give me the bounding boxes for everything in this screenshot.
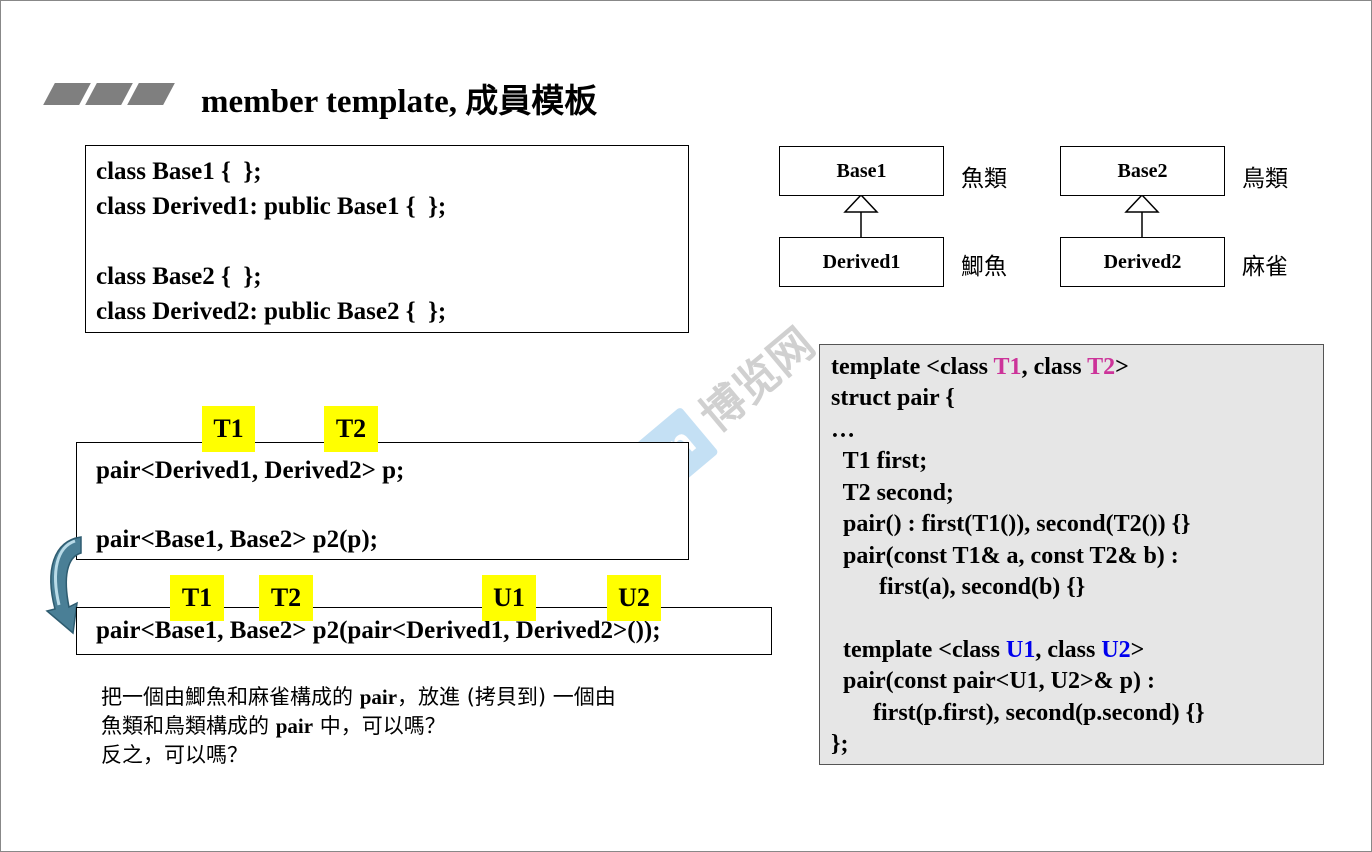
tag-t1: T1 — [170, 575, 224, 621]
tag-u1: U1 — [482, 575, 536, 621]
question-segment: pair — [359, 685, 398, 709]
slide: member template, 成員模板 class Base1 { }; c… — [0, 0, 1372, 852]
uml-class-derived2: Derived2 — [1060, 237, 1225, 287]
uml-class-derived1: Derived1 — [779, 237, 944, 287]
pair-template-code-panel: template <class T1, class T2> struct pai… — [819, 344, 1324, 765]
label-crucian: 鯽魚 — [961, 254, 1007, 280]
tag-t2: T2 — [324, 406, 378, 452]
template-param-t2: T2 — [1087, 354, 1116, 380]
code-segment: > — [1115, 354, 1129, 380]
code-segment: > — [1130, 637, 1145, 663]
code-line: pair() : first(T1()), second(T2()) {} — [831, 511, 1191, 537]
tag-u2: U2 — [607, 575, 661, 621]
question-line-2: 魚類和鳥類構成的 pair 中，可以嗎？ — [101, 712, 616, 741]
code-segment: , class — [1021, 354, 1088, 380]
code-line: pair<Derived1, Derived2> p; — [96, 457, 405, 484]
question-segment: 魚類和鳥類構成的 — [101, 714, 276, 738]
question-text: 把一個由鯽魚和麻雀構成的 pair，放進 (拷貝到) 一個由 魚類和鳥類構成的 … — [101, 683, 616, 770]
pair-construction-box: pair<Derived1, Derived2> p; pair<Base1, … — [76, 442, 689, 560]
question-segment: ，放進 (拷貝到) 一個由 — [397, 685, 616, 709]
question-line-1: 把一個由鯽魚和麻雀構成的 pair，放進 (拷貝到) 一個由 — [101, 683, 616, 712]
code-line: first(a), second(b) {} — [831, 574, 1086, 600]
tag-t2: T2 — [259, 575, 313, 621]
code-segment: template <class — [831, 354, 994, 380]
code-line: pair<Base1, Base2> p2(p); — [96, 526, 378, 553]
code-line: template <class U1, class U2> — [831, 637, 1144, 664]
code-line: pair(const T1& a, const T2& b) : — [831, 543, 1179, 569]
code-line: T1 first; — [831, 448, 928, 474]
label-sparrow: 麻雀 — [1242, 254, 1288, 280]
code-line: }; — [831, 731, 849, 757]
question-line-3: 反之，可以嗎？ — [101, 743, 248, 767]
code-line: pair(const pair<U1, U2>& p) : — [831, 668, 1155, 694]
question-segment: pair — [275, 714, 314, 738]
template-param-u2: U2 — [1101, 637, 1131, 663]
code-line: template <class T1, class T2> — [831, 354, 1129, 381]
question-segment: 把一個由鯽魚和麻雀構成的 — [101, 685, 360, 709]
code-segment: template <class — [831, 637, 1006, 663]
uml-class-base2: Base2 — [1060, 146, 1225, 196]
code-line: T2 second; — [831, 480, 954, 506]
uml-class-base1: Base1 — [779, 146, 944, 196]
template-param-t1: T1 — [993, 354, 1022, 380]
template-param-u1: U1 — [1005, 637, 1036, 663]
code-line: first(p.first), second(p.second) {} — [831, 700, 1205, 726]
question-segment: 中，可以嗎？ — [313, 714, 446, 738]
label-fish: 魚類 — [961, 166, 1007, 192]
label-bird: 鳥類 — [1242, 166, 1288, 192]
code-segment: , class — [1035, 637, 1102, 663]
tag-t1: T1 — [202, 406, 255, 452]
code-line: struct pair { — [831, 385, 955, 411]
code-line: … — [831, 417, 855, 443]
